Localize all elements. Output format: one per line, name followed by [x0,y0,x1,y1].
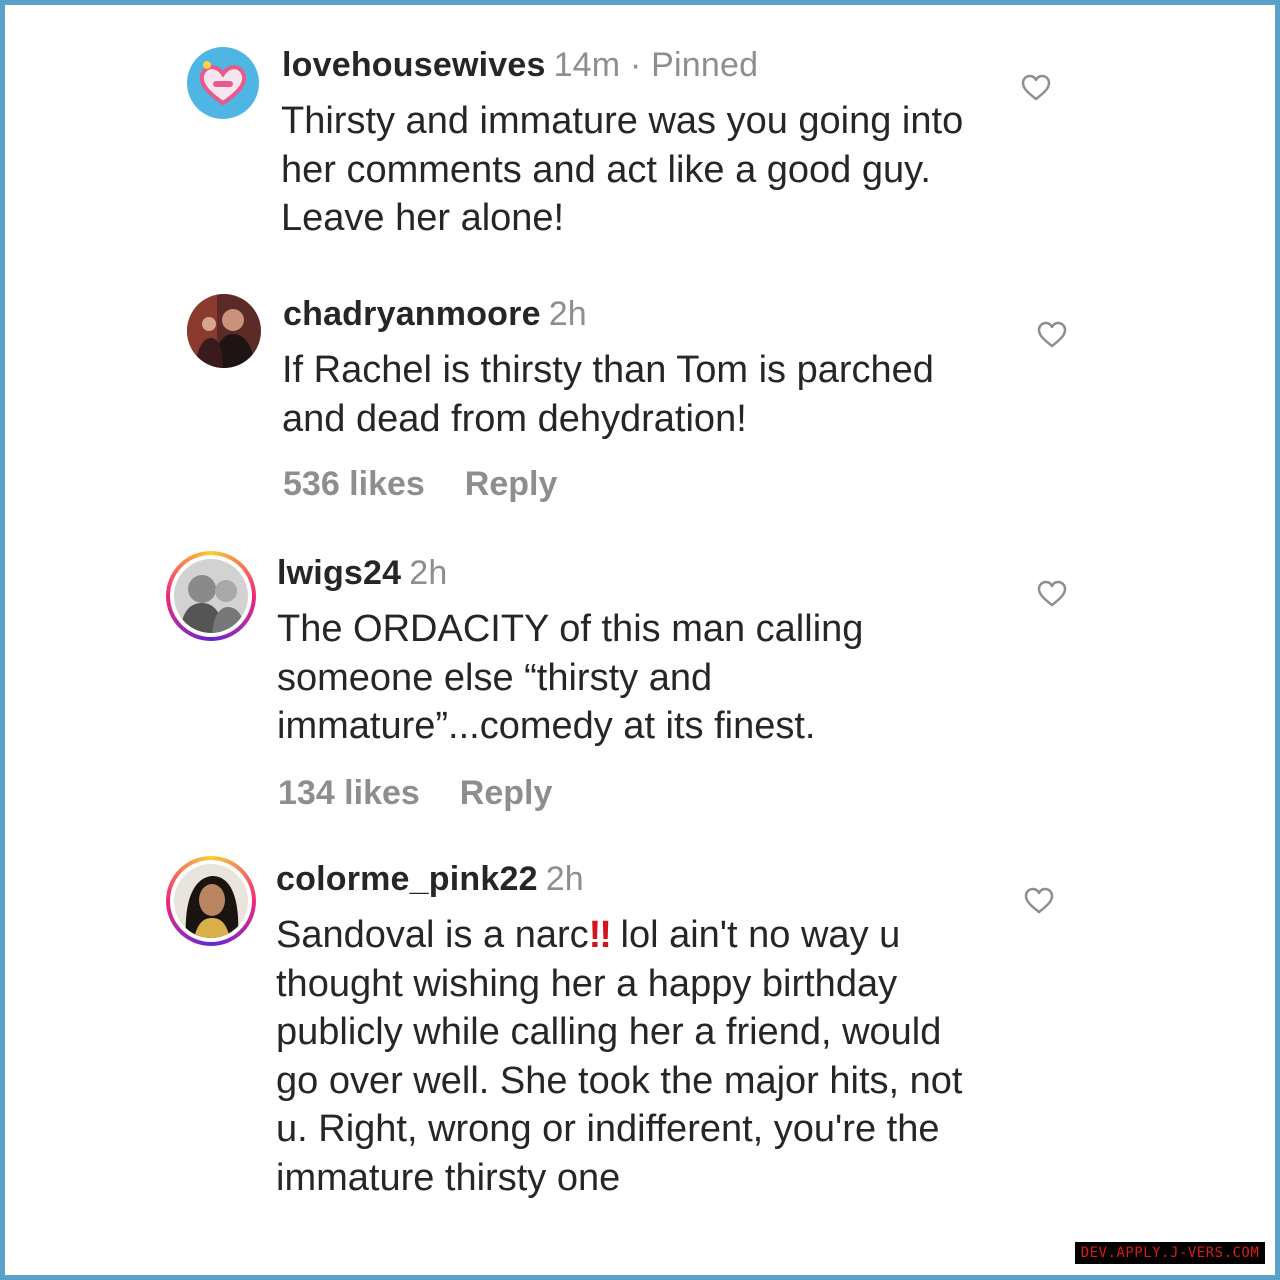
timestamp: 2h [545,860,584,898]
comment-text: Thirsty and immature was you going into … [281,100,964,239]
comment-text-start: Sandoval is a narc [276,914,589,956]
heart-outline-icon[interactable] [1024,887,1054,915]
avatar[interactable] [187,47,259,119]
reply-button[interactable]: Reply [460,774,553,812]
profile-photo-icon [174,864,248,938]
avatar[interactable] [187,294,261,368]
timestamp: 2h [548,295,587,333]
profile-photo-icon [187,294,261,368]
comment-text: The ORDACITY of this man calling someone… [277,608,864,747]
timestamp: 2h [409,554,448,592]
comment-text-end: lol ain't no way u thought wishing her a… [276,914,963,1199]
username[interactable]: lwigs24 [277,554,401,592]
heart-logo-icon [193,53,253,113]
likes-count[interactable]: 134 likes [278,774,420,812]
heart-outline-icon[interactable] [1037,580,1067,608]
heart-outline-icon[interactable] [1037,321,1067,349]
heart-outline-icon[interactable] [1021,74,1051,102]
double-exclamation-mark-icon: !! [588,914,612,956]
avatar-story-ring[interactable] [166,551,256,641]
profile-photo-icon [174,559,248,633]
pinned-label: · Pinned [629,46,759,84]
likes-count[interactable]: 536 likes [283,465,425,503]
avatar-story-ring[interactable] [166,856,256,946]
reply-button[interactable]: Reply [465,465,558,503]
username[interactable]: chadryanmoore [283,295,541,333]
username[interactable]: colorme_pink22 [276,860,538,898]
username[interactable]: lovehousewives [282,46,546,84]
watermark: DEV.APPLY.J-VERS.COM [1075,1242,1265,1264]
comment-text: Sandoval is a narc!! lol ain't no way u … [276,911,976,1202]
comment-text: If Rachel is thirsty than Tom is parched… [282,349,934,440]
timestamp: 14m [553,46,621,84]
